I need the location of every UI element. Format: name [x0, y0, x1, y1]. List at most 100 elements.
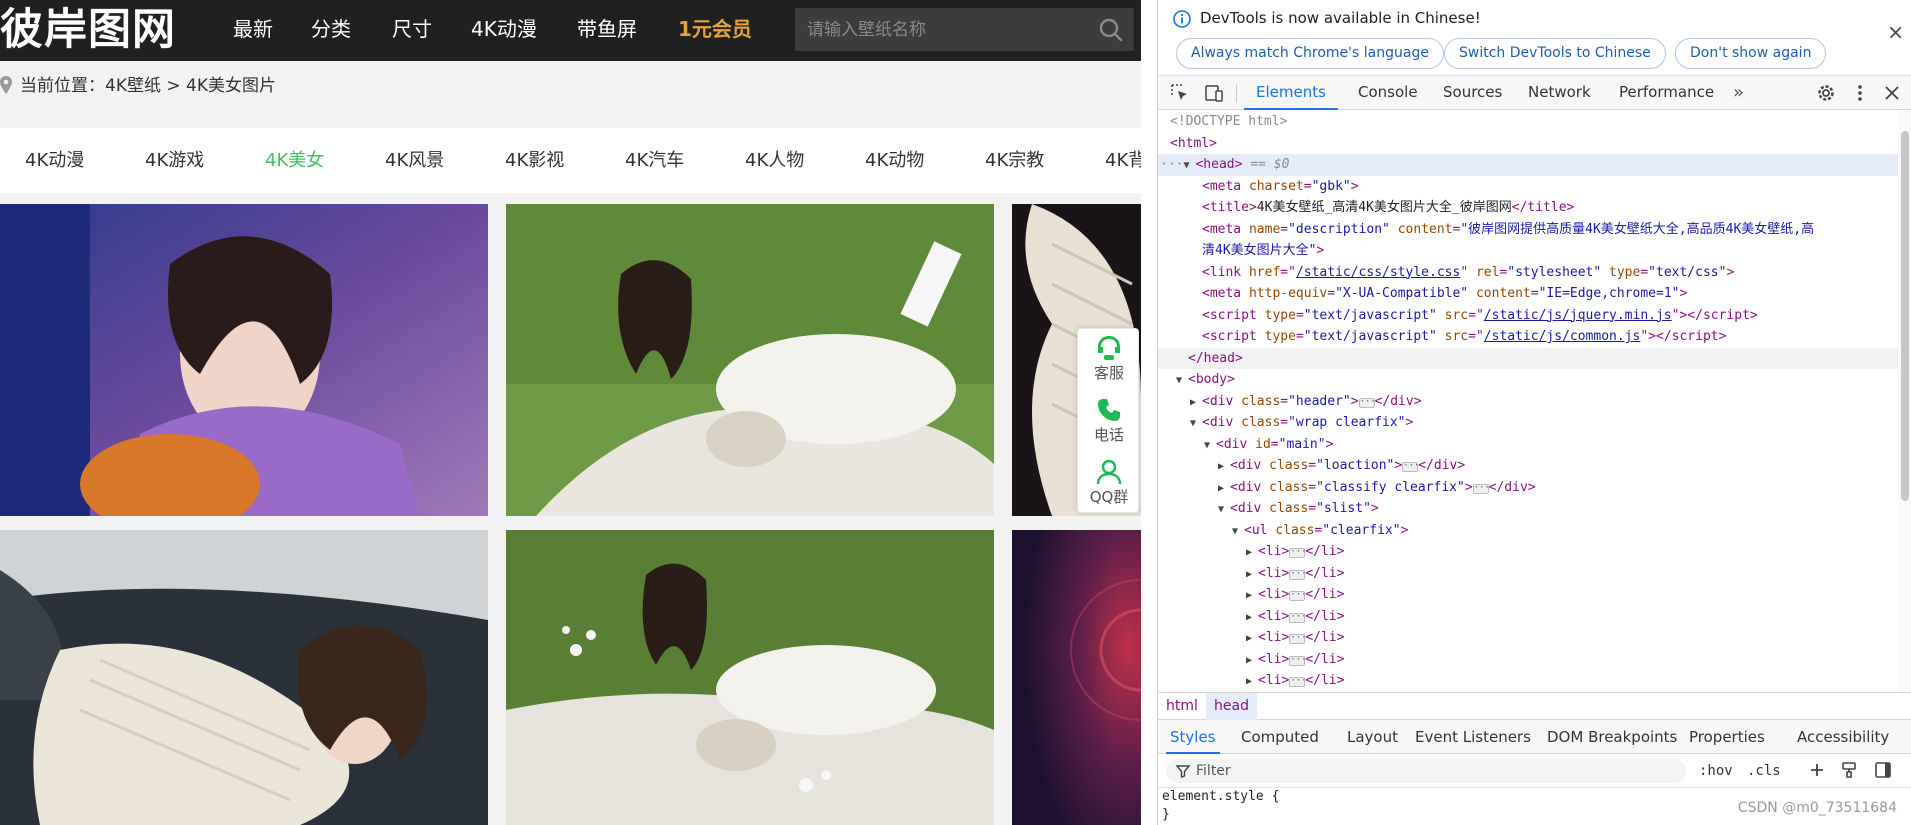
- hover-state-toggle[interactable]: :hov: [1699, 760, 1733, 782]
- tab-properties[interactable]: Properties: [1689, 720, 1765, 754]
- dont-show-again-button[interactable]: Don't show again: [1675, 38, 1827, 69]
- toggle-sidebar-icon[interactable]: [1874, 761, 1892, 779]
- category-background[interactable]: 4K背景: [1105, 128, 1141, 193]
- collapse-triangle-icon[interactable]: ▶: [1246, 607, 1258, 629]
- more-tabs-icon[interactable]: »: [1733, 76, 1744, 110]
- expand-triangle-icon[interactable]: ▼: [1204, 435, 1216, 457]
- dom-node-li[interactable]: ▶ <li>···</li>: [1158, 649, 1898, 671]
- tab-event-listeners[interactable]: Event Listeners: [1415, 720, 1531, 754]
- close-devtools-icon[interactable]: [1882, 83, 1902, 103]
- breadcrumb-parent[interactable]: 4K壁纸: [105, 76, 161, 96]
- category-game[interactable]: 4K游戏: [145, 128, 204, 193]
- paint-brush-icon[interactable]: [1840, 761, 1858, 779]
- dom-node-head-selected[interactable]: ···▼ <head> == $0: [1158, 154, 1898, 176]
- customer-service-button[interactable]: 客服: [1078, 329, 1140, 389]
- crumb-head[interactable]: head: [1206, 693, 1257, 720]
- dom-node-div-header[interactable]: ▶ <div class="header">···</div>: [1158, 391, 1898, 413]
- ellipsis-icon[interactable]: ···: [1472, 483, 1490, 494]
- dom-node-ul[interactable]: ▼ <ul class="clearfix">: [1158, 520, 1898, 542]
- dom-node-div-wrap[interactable]: ▼ <div class="wrap clearfix">: [1158, 412, 1898, 434]
- dom-node-li[interactable]: ▶ <li>···</li>: [1158, 541, 1898, 563]
- dom-node-div-main[interactable]: ▼ <div id="main">: [1158, 434, 1898, 456]
- nav-4k-anime[interactable]: 4K动漫: [471, 0, 537, 61]
- ellipsis-icon[interactable]: ···: [1289, 655, 1307, 666]
- dom-node-script-common[interactable]: <script type="text/javascript" src="/sta…: [1158, 326, 1898, 348]
- new-style-rule-icon[interactable]: [1808, 761, 1826, 779]
- tab-network[interactable]: Network: [1528, 76, 1591, 110]
- switch-to-chinese-button[interactable]: Switch DevTools to Chinese: [1444, 38, 1666, 69]
- category-beauty[interactable]: 4K美女: [265, 128, 324, 193]
- collapse-triangle-icon[interactable]: ▶: [1246, 585, 1258, 607]
- dom-node-html[interactable]: <html>: [1158, 133, 1898, 155]
- category-car[interactable]: 4K汽车: [625, 128, 684, 193]
- dom-node-li[interactable]: ▶ <li>···</li>: [1158, 584, 1898, 606]
- qq-group-button[interactable]: QQ群: [1078, 453, 1140, 513]
- styles-filter-input[interactable]: [1196, 759, 1676, 783]
- dom-node-div-slist[interactable]: ▼ <div class="slist">: [1158, 498, 1898, 520]
- nav-category[interactable]: 分类: [311, 0, 351, 61]
- site-logo[interactable]: 彼岸图网: [0, 4, 176, 56]
- expand-triangle-icon[interactable]: ▼: [1183, 155, 1195, 177]
- gear-icon[interactable]: [1816, 83, 1836, 103]
- tab-console[interactable]: Console: [1358, 76, 1418, 110]
- category-religion[interactable]: 4K宗教: [985, 128, 1044, 193]
- dom-node-title[interactable]: <title>4K美女壁纸_高清4K美女图片大全_彼岸图网</title>: [1158, 197, 1898, 219]
- tab-dom-breakpoints[interactable]: DOM Breakpoints: [1547, 720, 1677, 754]
- collapse-triangle-icon[interactable]: ▶: [1190, 392, 1202, 414]
- nav-latest[interactable]: 最新: [233, 0, 273, 61]
- dom-node-meta-description[interactable]: <meta name="description" content="彼岸图网提供…: [1158, 219, 1898, 241]
- inspect-element-icon[interactable]: [1170, 83, 1190, 103]
- dom-node-doctype[interactable]: <!DOCTYPE html>: [1158, 111, 1898, 133]
- dom-node-li[interactable]: ▶ <li>···</li>: [1158, 670, 1898, 692]
- crumb-html[interactable]: html: [1158, 693, 1206, 720]
- ellipsis-icon[interactable]: ···: [1289, 677, 1307, 687]
- breadcrumb-current[interactable]: 4K美女图片: [186, 76, 276, 96]
- node-actions-icon[interactable]: ···: [1160, 157, 1183, 172]
- dom-node-div-classify[interactable]: ▶ <div class="classify clearfix">···</div…: [1158, 477, 1898, 499]
- ellipsis-icon[interactable]: ···: [1289, 612, 1307, 623]
- wallpaper-thumbnail[interactable]: [506, 204, 994, 516]
- dom-node-meta-charset[interactable]: <meta charset="gbk">: [1158, 176, 1898, 198]
- expand-triangle-icon[interactable]: ▼: [1232, 521, 1244, 543]
- category-film[interactable]: 4K影视: [505, 128, 564, 193]
- match-chrome-language-button[interactable]: Always match Chrome's language: [1176, 38, 1444, 69]
- dom-node-li[interactable]: ▶ <li>···</li>: [1158, 627, 1898, 649]
- dom-node-script-jquery[interactable]: <script type="text/javascript" src="/sta…: [1158, 305, 1898, 327]
- stylesheet-link[interactable]: /static/css/style.css: [1296, 265, 1460, 280]
- nav-ultrawide[interactable]: 带鱼屏: [577, 0, 637, 61]
- dom-node-link[interactable]: <link href="/static/css/style.css" rel="…: [1158, 262, 1898, 284]
- close-icon[interactable]: ×: [1887, 22, 1904, 42]
- dom-node-li[interactable]: ▶ <li>···</li>: [1158, 563, 1898, 585]
- tab-styles[interactable]: Styles: [1166, 720, 1220, 754]
- dom-node-li[interactable]: ▶ <li>···</li>: [1158, 606, 1898, 628]
- dom-node-head-close[interactable]: </head>: [1158, 347, 1898, 369]
- dom-node-div-loaction[interactable]: ▶ <div class="loaction">···</div>: [1158, 455, 1898, 477]
- tab-computed[interactable]: Computed: [1241, 720, 1319, 754]
- collapse-triangle-icon[interactable]: ▶: [1246, 671, 1258, 692]
- search-icon[interactable]: [1098, 17, 1124, 43]
- phone-button[interactable]: 电话: [1078, 391, 1140, 451]
- category-people[interactable]: 4K人物: [745, 128, 804, 193]
- ellipsis-icon[interactable]: ···: [1402, 462, 1419, 472]
- dom-scrollbar[interactable]: [1898, 111, 1911, 692]
- ellipsis-icon[interactable]: ···: [1289, 569, 1307, 580]
- device-toolbar-icon[interactable]: [1204, 83, 1224, 103]
- more-options-icon[interactable]: [1850, 83, 1870, 103]
- dom-node-meta-http-equiv[interactable]: <meta http-equiv="X-UA-Compatible" conte…: [1158, 283, 1898, 305]
- category-scenery[interactable]: 4K风景: [385, 128, 444, 193]
- collapse-triangle-icon[interactable]: ▶: [1246, 542, 1258, 564]
- collapse-triangle-icon[interactable]: ▶: [1218, 456, 1230, 478]
- ellipsis-icon[interactable]: ···: [1358, 397, 1376, 408]
- tab-accessibility[interactable]: Accessibility: [1797, 720, 1889, 754]
- tab-layout[interactable]: Layout: [1347, 720, 1398, 754]
- tab-elements[interactable]: Elements: [1244, 76, 1338, 110]
- expand-triangle-icon[interactable]: ▼: [1176, 370, 1188, 392]
- category-animal[interactable]: 4K动物: [865, 128, 924, 193]
- tab-performance[interactable]: Performance: [1619, 76, 1714, 110]
- nav-vip[interactable]: 1元会员: [678, 0, 752, 61]
- common-script-link[interactable]: /static/js/common.js: [1484, 329, 1641, 344]
- dom-scrollbar-thumb[interactable]: [1901, 131, 1909, 501]
- expand-triangle-icon[interactable]: ▼: [1218, 499, 1230, 521]
- ellipsis-icon[interactable]: ···: [1289, 548, 1307, 558]
- collapse-triangle-icon[interactable]: ▶: [1246, 564, 1258, 586]
